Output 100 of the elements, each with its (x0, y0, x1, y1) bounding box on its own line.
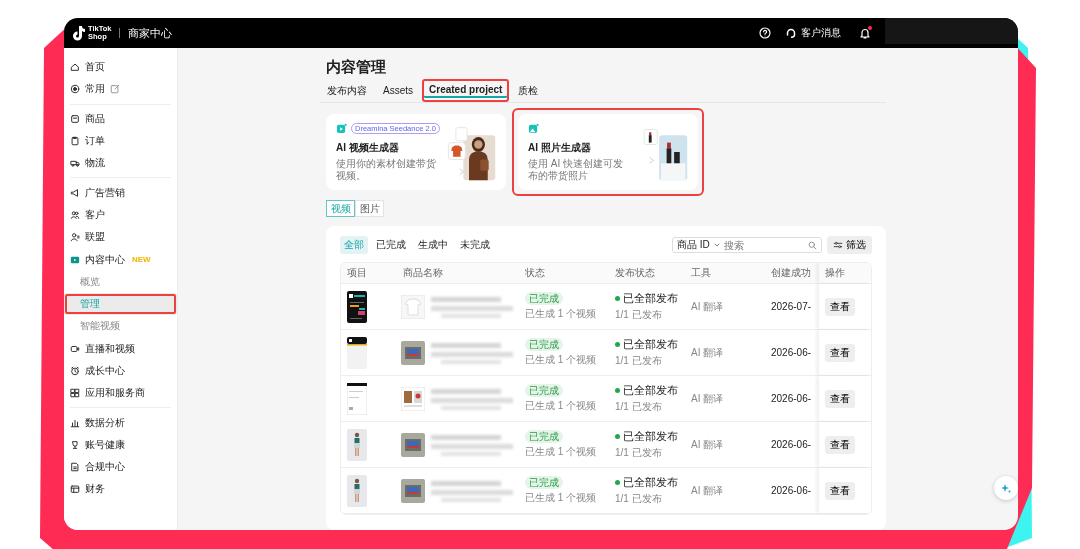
table-cell-text: AI 翻译 (690, 299, 725, 314)
sidebar-item[interactable]: 内容中心 NEW (64, 248, 177, 271)
status-detail: 已生成 1 个视频 (525, 353, 597, 367)
clipboard-icon (70, 136, 80, 147)
card-description: 使用 AI 快速创建可发布的带货照片 (528, 158, 624, 182)
search-icon (808, 240, 817, 250)
megaphone-icon (70, 187, 80, 198)
column-header: 商品名称 (402, 266, 444, 280)
segment-button[interactable]: 图片 (355, 200, 384, 217)
sidebar-item[interactable]: 首页 (64, 56, 177, 79)
tab[interactable]: 质检 (511, 79, 546, 102)
sidebar-item[interactable]: 常用 (64, 78, 177, 101)
sidebar-item[interactable]: 客户 (64, 203, 177, 227)
help-icon (759, 27, 771, 39)
headset-icon (785, 27, 797, 39)
status-badge: 已完成 (525, 430, 563, 443)
publish-detail: 1/1 已发布 (615, 399, 662, 414)
publish-status: 已全部发布 (615, 337, 678, 352)
view-button[interactable]: 查看 (825, 297, 855, 316)
table-cell-text: AI 翻译 (690, 483, 725, 498)
status-detail: 已生成 1 个视频 (525, 399, 597, 413)
publish-detail: 1/1 已发布 (615, 307, 662, 322)
column-header: 操作 (819, 263, 871, 283)
sidebar-item[interactable]: 直播和视频 (64, 337, 177, 360)
table-cell-text: 2026-06- (770, 393, 813, 404)
sidebar-item[interactable]: 商品 (64, 107, 177, 130)
people-icon (70, 209, 80, 220)
tiktok-note-icon (72, 25, 86, 41)
video-camera-icon (70, 343, 80, 354)
view-button[interactable]: 查看 (825, 481, 855, 500)
table-cell-text: AI 翻译 (690, 345, 725, 360)
tab[interactable]: 发布内容 (320, 79, 374, 102)
table-cell-text: 2026-06- (770, 485, 813, 496)
search-field[interactable]: 商品 ID 搜索 (672, 237, 822, 253)
customer-messages-button[interactable]: 客户消息 (785, 26, 841, 40)
generator-card[interactable]: AI 照片生成器 使用 AI 快速创建可发布的带货照片 (512, 108, 704, 196)
filter-tab[interactable]: 未完成 (456, 236, 494, 254)
document-icon (70, 462, 80, 473)
grid-icon (70, 388, 80, 399)
sidebar-item[interactable]: 数据分析 (64, 411, 177, 434)
notifications-button[interactable] (859, 27, 871, 39)
status-badge: 已完成 (525, 384, 563, 397)
table-cell-text: AI 翻译 (690, 437, 725, 452)
status-detail: 已生成 1 个视频 (525, 491, 597, 505)
sidebar-item[interactable]: 财务 (64, 478, 177, 501)
sidebar-item[interactable]: 智能视频 (64, 315, 177, 338)
table-cell-text: AI 翻译 (690, 391, 725, 406)
filter-tab[interactable]: 已完成 (372, 236, 410, 254)
publish-status: 已全部发布 (615, 475, 678, 490)
column-header: 发布状态 (614, 266, 656, 280)
sidebar-item[interactable]: 成长中心 (64, 359, 177, 383)
sidebar-item[interactable]: 合规中心 (64, 456, 177, 479)
table-cell-text: 2026-07- (770, 301, 813, 312)
status-detail: 已生成 1 个视频 (525, 445, 597, 459)
column-header: 状态 (524, 266, 546, 280)
publish-status: 已全部发布 (615, 291, 678, 306)
table-cell-text: 2026-06- (770, 347, 813, 358)
sidebar-item[interactable]: 概览 (64, 270, 177, 293)
box-icon (70, 113, 80, 124)
sidebar-item[interactable]: 联盟 (64, 226, 177, 249)
publish-detail: 1/1 已发布 (615, 353, 662, 368)
bar-chart-icon (70, 417, 80, 428)
view-button[interactable]: 查看 (825, 435, 855, 454)
sidebar-item[interactable]: 应用和服务商 (64, 382, 177, 405)
view-button[interactable]: 查看 (825, 343, 855, 362)
card-description: 使用你的素材创建带货视频。 (336, 158, 437, 182)
sliders-icon (833, 240, 843, 250)
sidebar-item[interactable]: 账号健康 (64, 433, 177, 457)
new-label: NEW (132, 255, 151, 264)
filter-tab[interactable]: 生成中 (414, 236, 452, 254)
status-badge: 已完成 (525, 476, 563, 489)
sparkle-icon (1000, 482, 1012, 494)
card-title: AI 照片生成器 (528, 141, 592, 155)
bell-icon (859, 27, 871, 39)
target-icon (70, 84, 80, 95)
app-name: 商家中心 (128, 25, 173, 41)
publish-status: 已全部发布 (615, 429, 678, 444)
publish-detail: 1/1 已发布 (615, 445, 662, 460)
status-detail: 已生成 1 个视频 (525, 307, 597, 321)
tab[interactable]: Created project (422, 79, 510, 102)
column-header: 创建成功 (770, 266, 812, 280)
view-button[interactable]: 查看 (825, 389, 855, 408)
column-header: 工具 (690, 266, 712, 280)
alarm-clock-icon (70, 366, 80, 376)
image-app-icon (528, 122, 539, 134)
sidebar-item[interactable]: 物流 (64, 152, 177, 175)
page-title: 内容管理 (326, 58, 387, 76)
sidebar-item[interactable]: 订单 (64, 129, 177, 153)
person-icon (70, 232, 80, 243)
status-badge: 已完成 (525, 338, 563, 351)
sidebar-item[interactable]: 广告营销 (64, 181, 177, 204)
trophy-icon (70, 439, 80, 450)
search-scope-select[interactable]: 商品 ID (677, 238, 710, 252)
truck-icon (70, 158, 80, 169)
home-icon (70, 62, 80, 73)
tab[interactable]: Assets (376, 79, 420, 102)
help-button[interactable] (759, 27, 771, 39)
filter-button[interactable]: 筛选 (827, 236, 872, 254)
status-badge: 已完成 (525, 292, 563, 305)
chevron-down-icon (712, 241, 721, 249)
